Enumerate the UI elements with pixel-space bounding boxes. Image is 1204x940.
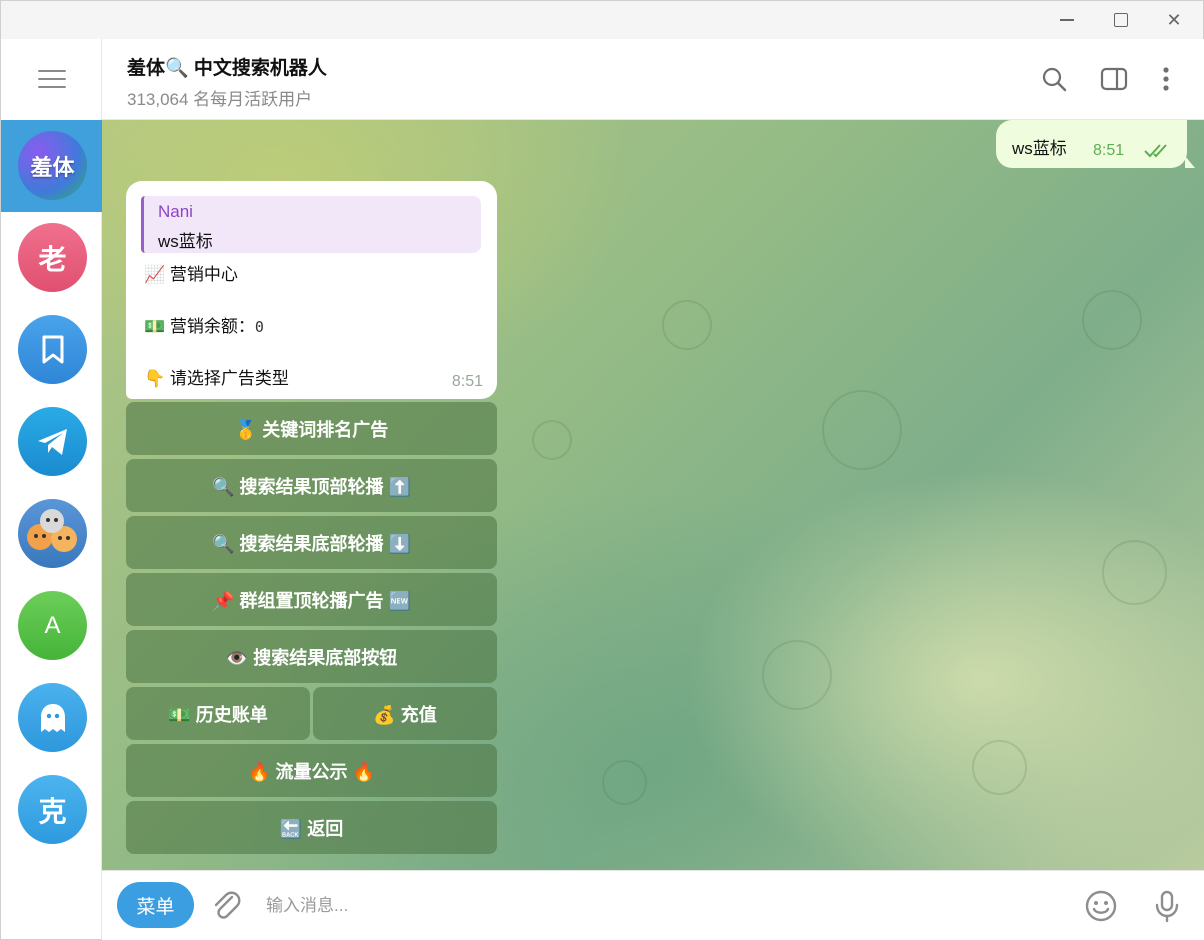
marketing-center-line: 📈 营销中心 [144, 265, 238, 284]
bot-menu-button[interactable]: 菜单 [117, 882, 194, 928]
search-top-carousel-button[interactable]: 🔍 搜索结果顶部轮播 ⬆️ [126, 459, 497, 512]
reply-author: Nani [158, 202, 193, 221]
minimize-button[interactable] [1044, 3, 1090, 37]
avatar [18, 683, 87, 752]
chat-item-saved-messages[interactable] [1, 304, 102, 396]
telegram-icon [37, 428, 67, 455]
chat-item-a[interactable]: A [1, 580, 102, 672]
billing-history-button[interactable]: 💵 历史账单 [126, 687, 310, 740]
keyword-ranking-ad-button[interactable]: 🥇 关键词排名广告 [126, 402, 497, 455]
emoji-icon[interactable] [1083, 888, 1119, 924]
chat-item-ke[interactable]: 克 [1, 764, 102, 856]
side-panel-button[interactable] [1098, 63, 1130, 95]
search-bottom-button-ad-button[interactable]: 👁️ 搜索结果底部按钮 [126, 630, 497, 683]
chat-item-lao[interactable]: 老 [1, 212, 102, 304]
reply-quote[interactable]: Nani ws蓝标 [141, 196, 481, 253]
close-button[interactable]: ✕ [1151, 3, 1197, 37]
avatar: 克 [18, 775, 87, 844]
minimize-icon [1060, 19, 1074, 21]
avatar: A [18, 591, 87, 660]
avatar [18, 499, 87, 568]
ghost-icon [40, 703, 65, 732]
chat-sidebar: 羞体 老 A 克 [1, 39, 102, 939]
avatar-label: 羞体 [30, 154, 75, 180]
traffic-stats-button[interactable]: 🔥 流量公示 🔥 [126, 744, 497, 797]
outgoing-message[interactable]: ws蓝标 8:51 [996, 120, 1195, 168]
more-vertical-icon [1163, 67, 1169, 91]
balance-value: 0 [254, 318, 264, 336]
more-button[interactable] [1150, 63, 1182, 95]
chat-area[interactable]: ws蓝标 8:51 Nani ws蓝标 📈 营销中心 💵 营销余额：0 👇 请选… [102, 120, 1204, 870]
close-icon: ✕ [1166, 9, 1182, 31]
background-doodle [1102, 540, 1167, 605]
select-ad-type-line: 👇 请选择广告类型 [144, 369, 289, 388]
double-check-icon [1144, 144, 1167, 158]
bookmark-icon [42, 335, 63, 363]
background-doodle [602, 760, 647, 805]
avatar [18, 407, 87, 476]
message-composer: 菜单 [102, 870, 1204, 940]
balance-line: 💵 营销余额：0 [144, 312, 264, 337]
recharge-button[interactable]: 💰 充值 [313, 687, 497, 740]
telegram-window: ✕ 羞体 老 A 克 羞体🔍 中文搜索机器人 313,064 名每月活跃用户 w… [0, 0, 1204, 940]
message-text: ws蓝标 [1012, 139, 1067, 158]
background-doodle [972, 740, 1027, 795]
background-doodle [822, 390, 902, 470]
microphone-icon[interactable] [1149, 888, 1185, 924]
background-doodle [532, 420, 572, 460]
chat-item-cats[interactable] [1, 488, 102, 580]
message-input[interactable] [266, 889, 1046, 923]
background-doodle [662, 300, 712, 350]
maximize-icon [1114, 13, 1128, 27]
message-time: 8:51 [451, 373, 483, 390]
side-panel-icon [1100, 67, 1128, 91]
avatar-label: 克 [38, 795, 67, 827]
message-time: 8:51 [1093, 142, 1125, 159]
avatar [18, 315, 87, 384]
chat-item-ghost[interactable] [1, 672, 102, 764]
hamburger-menu-icon[interactable] [38, 70, 66, 88]
avatar-label: A [44, 611, 61, 639]
back-button[interactable]: 🔙 返回 [126, 801, 497, 854]
attach-icon[interactable] [208, 888, 244, 924]
avatar-label: 老 [38, 243, 67, 275]
chat-header: 羞体🔍 中文搜索机器人 313,064 名每月活跃用户 [102, 39, 1204, 120]
title-bar: ✕ [1, 1, 1203, 39]
chat-subtitle: 313,064 名每月活跃用户 [127, 90, 313, 109]
avatar: 羞体 [18, 131, 87, 200]
search-button[interactable] [1038, 63, 1070, 95]
chat-item-telegram[interactable] [1, 396, 102, 488]
balance-label: 💵 营销余额： [144, 317, 255, 336]
search-icon [1042, 67, 1067, 92]
incoming-message[interactable]: Nani ws蓝标 📈 营销中心 💵 营销余额：0 👇 请选择广告类型 8:51 [126, 181, 497, 399]
background-doodle [762, 640, 832, 710]
group-pin-carousel-button[interactable]: 📌 群组置顶轮播广告 🆕 [126, 573, 497, 626]
search-bottom-carousel-button[interactable]: 🔍 搜索结果底部轮播 ⬇️ [126, 516, 497, 569]
cats-avatar [27, 509, 77, 552]
chat-item-xiuti-bot[interactable]: 羞体 [1, 120, 102, 212]
maximize-button[interactable] [1098, 3, 1144, 37]
reply-text: ws蓝标 [158, 232, 213, 251]
background-doodle [1082, 290, 1142, 350]
chat-title[interactable]: 羞体🔍 中文搜索机器人 [127, 53, 327, 80]
avatar: 老 [18, 223, 87, 292]
